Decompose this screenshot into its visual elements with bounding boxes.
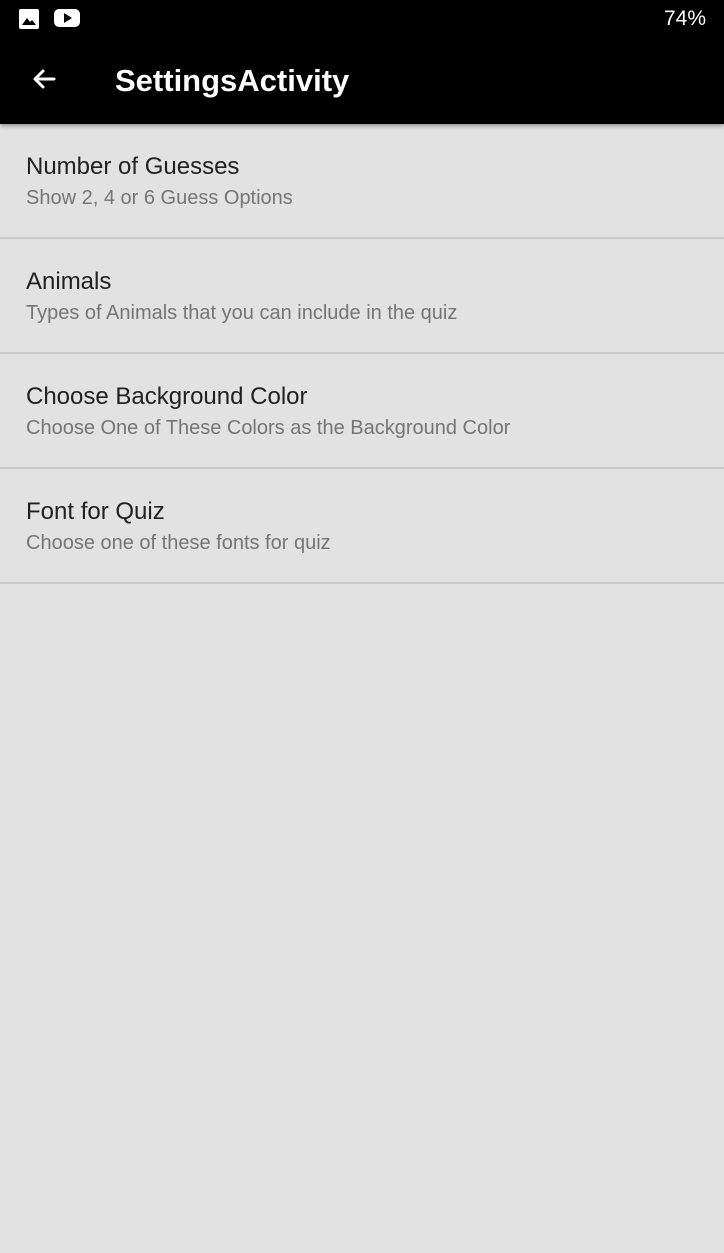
preference-summary: Choose one of these fonts for quiz [26, 532, 331, 554]
preference-title: Choose Background Color [26, 383, 308, 410]
preference-title: Number of Guesses [26, 153, 240, 180]
preference-summary: Show 2, 4 or 6 Guess Options [26, 187, 293, 209]
back-button[interactable] [16, 53, 72, 109]
app-bar: SettingsActivity [0, 38, 724, 124]
image-icon [18, 8, 40, 35]
preference-font-for-quiz[interactable]: Font for Quiz Choose one of these fonts … [0, 469, 724, 584]
preference-summary: Types of Animals that you can include in… [26, 302, 458, 324]
preference-title: Font for Quiz [26, 498, 165, 525]
preference-background-color[interactable]: Choose Background Color Choose One of Th… [0, 354, 724, 469]
battery-percentage: 74% [663, 7, 706, 30]
preference-title: Animals [26, 268, 112, 295]
preference-number-of-guesses[interactable]: Number of Guesses Show 2, 4 or 6 Guess O… [0, 124, 724, 239]
preference-animals[interactable]: Animals Types of Animals that you can in… [0, 239, 724, 354]
preference-summary: Choose One of These Colors as the Backgr… [26, 417, 511, 439]
settings-list: Number of Guesses Show 2, 4 or 6 Guess O… [0, 124, 724, 584]
youtube-icon [54, 8, 80, 33]
arrow-back-icon [30, 65, 58, 98]
page-title: SettingsActivity [115, 63, 350, 98]
status-bar: 74% [0, 0, 724, 38]
